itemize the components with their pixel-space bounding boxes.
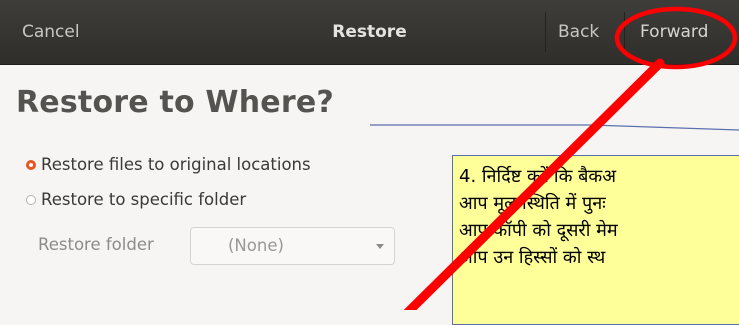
- callout-leader-line: [370, 124, 739, 131]
- radio-specific-folder[interactable]: Restore to specific folder: [26, 190, 246, 209]
- radio-label: Restore files to original locations: [41, 155, 311, 174]
- chevron-down-icon: [376, 244, 384, 249]
- dropdown-value: (None): [228, 236, 284, 255]
- callout-line: 4. निर्दिष्ट करें कि बैकअ: [459, 166, 616, 187]
- radio-original-locations[interactable]: Restore files to original locations: [26, 155, 311, 174]
- header-separator: [624, 12, 625, 52]
- header-bar: Cancel Restore Back Forward: [0, 0, 739, 65]
- radio-unselected-icon[interactable]: [26, 194, 36, 205]
- radio-label: Restore to specific folder: [41, 190, 247, 209]
- callout-line: आप उन हिस्सों को स्थ: [459, 247, 606, 268]
- restore-folder-label: Restore folder: [38, 235, 154, 254]
- back-button[interactable]: Back: [558, 20, 599, 44]
- restore-folder-dropdown[interactable]: (None): [190, 227, 395, 265]
- page-title: Restore to Where?: [16, 85, 334, 120]
- callout-line: आप मूल स्थिति में पुनः: [459, 193, 606, 214]
- forward-button[interactable]: Forward: [640, 20, 708, 44]
- dialog-title: Restore: [332, 22, 407, 42]
- callout-line: आप कॉपी को दूसरी मेम: [459, 220, 618, 241]
- radio-selected-icon[interactable]: [26, 159, 36, 170]
- instruction-callout: 4. निर्दिष्ट करें कि बैकअ आप मूल स्थिति …: [452, 155, 739, 325]
- header-separator: [545, 12, 546, 52]
